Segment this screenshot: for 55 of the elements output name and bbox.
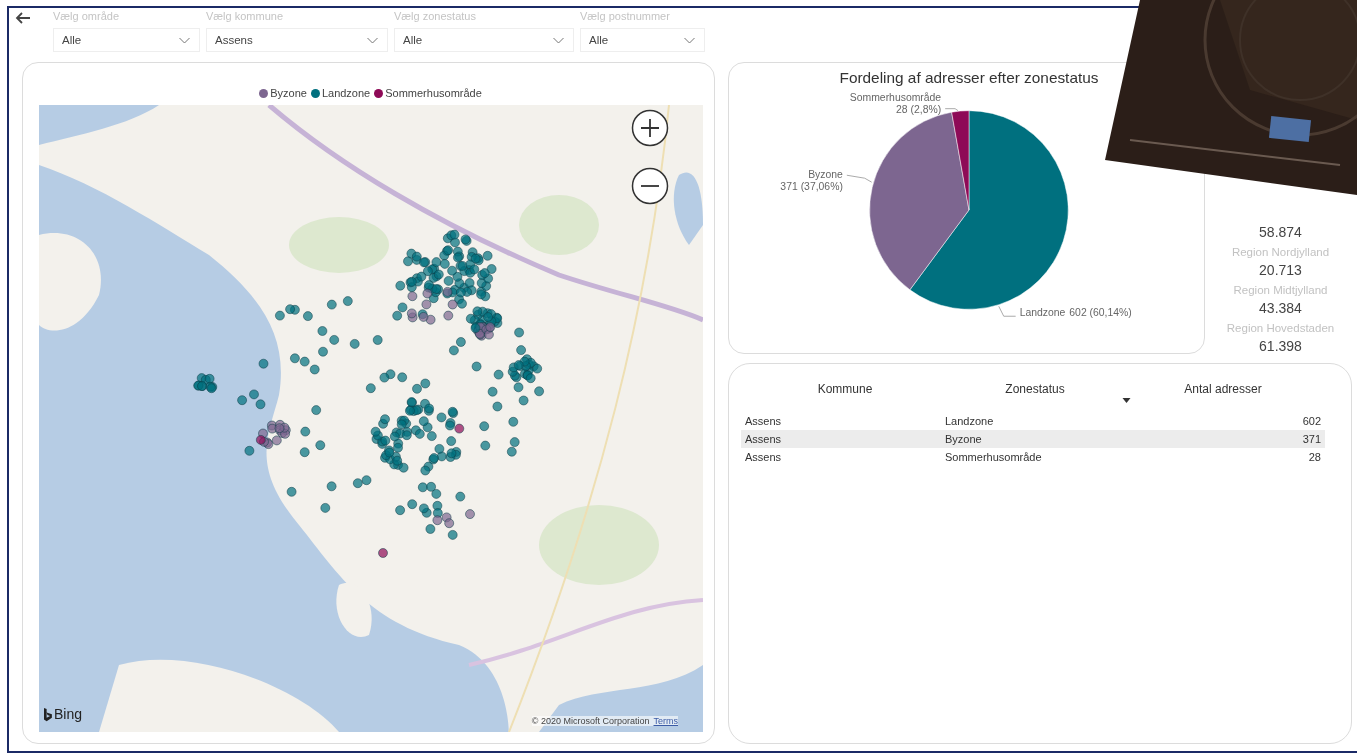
region-value: 20.713 [1259, 262, 1302, 278]
region-value: 43.384 [1259, 300, 1302, 316]
chevron-down-icon [683, 36, 696, 44]
back-arrow-icon[interactable] [15, 12, 31, 24]
data-label-category: Byzone [808, 169, 843, 181]
table-cell-text: Sommerhusområde [945, 451, 1043, 463]
data-label-category: Landzone [1019, 307, 1066, 319]
zoom-in-button[interactable] [631, 109, 669, 147]
table-cell-text: Landzone [945, 415, 995, 427]
table-row[interactable]: Assens Sommerhusområde 28 [741, 448, 1325, 466]
terms-link[interactable]: Terms [653, 716, 678, 726]
legend-label: Landzone [321, 87, 371, 99]
filter-label: Vælg postnummer [580, 9, 671, 23]
chart-title: Fordeling af adresser efter zonestatus [839, 68, 1099, 86]
filter-label: Vælg kommune [206, 9, 285, 23]
leader-line [998, 305, 1017, 317]
b-logo-icon [43, 708, 52, 722]
leader-line [846, 174, 873, 183]
filter-label: Vælg zonestatus [394, 9, 477, 23]
region-label: Region Nordjylland [1231, 246, 1330, 258]
bing-logo: Bing [43, 706, 83, 722]
filter-dropdown[interactable]: Alle [53, 28, 200, 52]
table-row[interactable]: Assens Landzone 602 [741, 412, 1325, 430]
table-cell-text: 602 [1301, 415, 1321, 427]
filter-dropdown[interactable]: Alle [394, 28, 574, 52]
filter-dropdown[interactable]: Alle [580, 28, 705, 52]
table-cell-text: Assens [745, 433, 783, 445]
region-label: Region Hovedstaden [1226, 322, 1335, 334]
chevron-down-icon [366, 36, 379, 44]
table-cell-text: Byzone [945, 433, 983, 445]
table-cell-text: Assens [745, 415, 783, 427]
legend-label: Sommerhusområde [385, 87, 482, 99]
table-cell-text: 371 [1301, 433, 1321, 445]
table-cell-text: Assens [745, 451, 783, 463]
chevron-down-icon [552, 36, 565, 44]
filter-label: Vælg område [53, 9, 121, 23]
table-row[interactable]: Assens Byzone 371 [741, 430, 1325, 448]
region-value: 61.398 [1259, 338, 1302, 354]
legend-label: Byzone [270, 87, 307, 99]
data-label-category: Sommerhusområde [849, 91, 942, 103]
sort-caret-icon[interactable] [1122, 398, 1131, 403]
column-header[interactable]: Antal adresser [1184, 382, 1262, 396]
data-label-value: 28 (2,8%) [896, 103, 942, 115]
zoom-out-button[interactable] [631, 167, 669, 205]
data-label-value: 602 (60,14%) [1069, 307, 1132, 319]
leader-line [944, 108, 959, 112]
column-header[interactable]: Kommune [817, 382, 873, 396]
region-label: Region Midtjylland [1233, 284, 1328, 296]
column-header[interactable]: Zonestatus [1005, 382, 1065, 396]
copyright-text: © 2020 Microsoft Corporation [531, 716, 650, 726]
data-label-value: 371 (37,06%) [780, 181, 843, 193]
chevron-down-icon [178, 36, 191, 44]
table-cell-text: 28 [1307, 451, 1321, 463]
region-value: 58.874 [1259, 224, 1302, 240]
filter-dropdown[interactable]: Assens [206, 28, 388, 52]
